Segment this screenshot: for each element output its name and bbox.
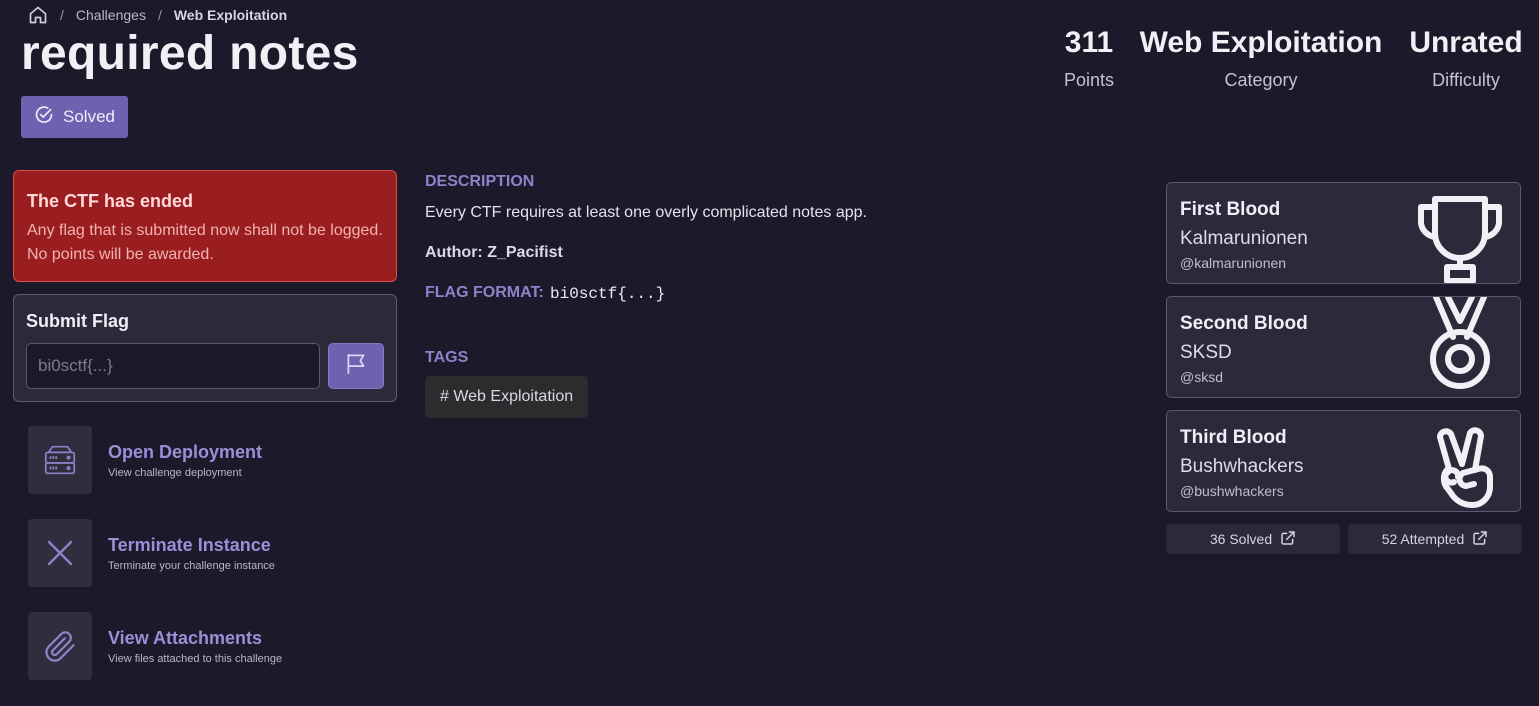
flag-input[interactable] xyxy=(26,343,320,389)
close-icon xyxy=(28,519,92,587)
open-deployment-title: Open Deployment xyxy=(108,441,263,462)
tags-label: TAGS xyxy=(425,349,469,366)
solved-badge-label: Solved xyxy=(63,107,115,126)
points-stat: 311 Points xyxy=(1050,26,1128,91)
submit-flag-card: Submit Flag xyxy=(13,294,397,402)
terminate-instance-title: Terminate Instance xyxy=(108,534,271,555)
terminate-instance-button[interactable]: Terminate Instance Terminate your challe… xyxy=(28,519,368,587)
external-link-icon xyxy=(1280,530,1296,549)
open-deployment-subtitle: View challenge deployment xyxy=(108,466,242,479)
second-blood-card: Second Blood SKSD @sksd xyxy=(1166,296,1521,398)
category-label: Category xyxy=(1224,70,1298,90)
open-deployment-button[interactable]: Open Deployment View challenge deploymen… xyxy=(28,426,368,494)
terminate-instance-subtitle: Terminate your challenge instance xyxy=(108,559,275,572)
solved-count-button[interactable]: 36 Solved xyxy=(1166,524,1340,554)
breadcrumb-separator: / xyxy=(157,7,162,23)
breadcrumb-challenges[interactable]: Challenges xyxy=(76,7,146,23)
trophy-icon xyxy=(1400,183,1520,283)
first-blood-title: First Blood xyxy=(1180,199,1281,220)
third-blood-handle: @bushwhackers xyxy=(1180,483,1284,499)
difficulty-label: Difficulty xyxy=(1432,70,1500,90)
author-text: Author: Z_Pacifist xyxy=(425,244,563,261)
medal-icon xyxy=(1400,297,1520,397)
third-blood-title: Third Blood xyxy=(1180,427,1287,448)
second-blood-handle: @sksd xyxy=(1180,369,1223,385)
alert-message: Any flag that is submitted now shall not… xyxy=(27,222,383,263)
third-blood-team: Bushwhackers xyxy=(1180,456,1304,477)
first-blood-card: First Blood Kalmarunionen @kalmarunionen xyxy=(1166,182,1521,284)
category-value: Web Exploitation xyxy=(1139,26,1383,59)
points-label: Points xyxy=(1063,70,1115,90)
first-blood-handle: @kalmarunionen xyxy=(1180,255,1287,271)
submit-flag-button[interactable] xyxy=(328,343,384,389)
points-value: 311 xyxy=(1064,26,1114,59)
check-circle-icon xyxy=(34,105,54,130)
solved-count-label: 36 Solved xyxy=(1209,531,1273,547)
server-icon xyxy=(28,426,92,494)
breadcrumb: / Challenges / Web Exploitation xyxy=(28,4,287,26)
victory-hand-icon xyxy=(1400,411,1520,511)
description-label: DESCRIPTION xyxy=(425,173,535,190)
second-blood-title: Second Blood xyxy=(1180,313,1308,334)
difficulty-value: Unrated xyxy=(1409,26,1523,59)
breadcrumb-current: Web Exploitation xyxy=(173,7,288,23)
description-text: Every CTF requires at least one overly c… xyxy=(425,204,867,221)
view-attachments-button[interactable]: View Attachments View files attached to … xyxy=(28,612,368,680)
attempted-count-button[interactable]: 52 Attempted xyxy=(1348,524,1522,554)
tag-chip[interactable]: # Web Exploitation xyxy=(425,376,589,418)
difficulty-stat: Unrated Difficulty xyxy=(1400,26,1532,91)
view-attachments-title: View Attachments xyxy=(108,627,263,648)
page-title: required notes xyxy=(21,27,359,80)
second-blood-team: SKSD xyxy=(1180,342,1232,363)
ctf-ended-alert: The CTF has ended Any flag that is submi… xyxy=(13,170,397,282)
paperclip-icon xyxy=(28,612,92,680)
external-link-icon xyxy=(1472,530,1488,549)
solved-badge: Solved xyxy=(21,96,128,138)
attempted-count-label: 52 Attempted xyxy=(1381,531,1465,547)
breadcrumb-separator: / xyxy=(60,7,64,23)
alert-title: The CTF has ended xyxy=(27,191,194,211)
home-icon[interactable] xyxy=(28,5,48,25)
third-blood-card: Third Blood Bushwhackers @bushwhackers xyxy=(1166,410,1521,512)
flag-format-label: FLAG FORMAT: xyxy=(425,284,544,301)
category-stat: Web Exploitation Category xyxy=(1131,26,1391,91)
flag-icon xyxy=(343,351,369,382)
flag-format-value: bi0sctf{...} xyxy=(550,285,666,303)
submit-flag-title: Submit Flag xyxy=(26,311,129,331)
view-attachments-subtitle: View files attached to this challenge xyxy=(108,652,283,665)
first-blood-team: Kalmarunionen xyxy=(1180,228,1308,249)
